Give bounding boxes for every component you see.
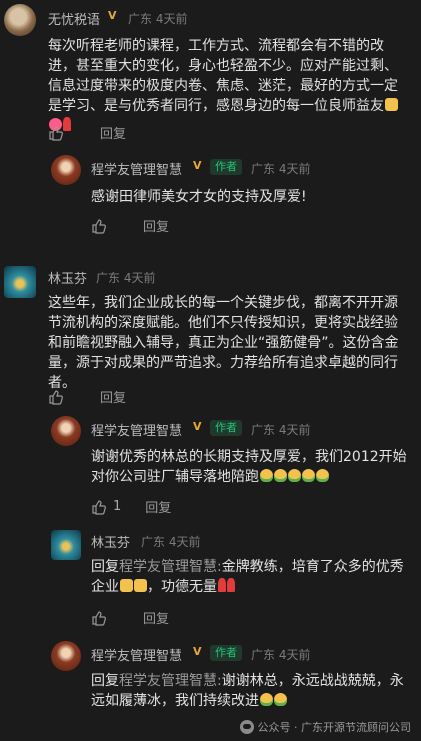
- reply-text: 回复程学友管理智慧:谢谢林总，永远战战兢兢，永远如履薄冰，我们持续改进: [91, 673, 404, 709]
- reply-region: 广东 4天前: [251, 162, 311, 176]
- comment-actions: 回复: [48, 123, 126, 142]
- avatar[interactable]: [51, 155, 81, 185]
- like-icon[interactable]: [48, 125, 64, 141]
- comment-text: 每次听程老师的课程，工作方式、流程都会有不错的改进，甚至重大的变化，身心也轻盈不…: [48, 36, 410, 136]
- reply-text: 回复程学友管理智慧:金牌教练，培育了众多的优秀企业 ，功德无量: [91, 559, 404, 595]
- like-icon[interactable]: [48, 389, 64, 405]
- reply-region: 广东 4天前: [251, 423, 311, 437]
- wechat-icon: [239, 720, 254, 734]
- author-tag: 作者: [210, 159, 242, 175]
- reply-button[interactable]: 回复: [145, 497, 171, 516]
- like-icon[interactable]: [91, 218, 107, 234]
- avatar[interactable]: [51, 641, 81, 671]
- comment-actions: 回复: [48, 387, 126, 406]
- like-icon[interactable]: [91, 499, 107, 515]
- comment-text: 这些年，我们企业成长的每一个关键步伐，都离不开开源节流机构的深度赋能。他们不只传…: [48, 295, 399, 391]
- comment-user-name[interactable]: 无忧税语: [48, 9, 100, 28]
- comment-region: 广东 4天前: [96, 271, 156, 285]
- reply-button[interactable]: 回复: [143, 608, 169, 627]
- author-tag: 作者: [210, 420, 242, 436]
- watermark: 公众号 · 广东开源节流顾问公司: [239, 719, 411, 735]
- avatar[interactable]: [4, 266, 36, 298]
- comment-user-name[interactable]: 林玉芬: [48, 268, 87, 287]
- avatar[interactable]: [4, 4, 36, 36]
- reply-user-name[interactable]: 程学友管理智慧: [91, 645, 182, 664]
- vip-badge-icon: Ⅴ: [193, 645, 202, 658]
- reply-actions: 回复: [91, 216, 169, 235]
- author-tag: 作者: [210, 645, 242, 661]
- comment-region: 广东 4天前: [128, 12, 188, 26]
- vip-badge-icon: Ⅴ: [108, 9, 117, 22]
- reply-text: 感谢田律师美女才女的支持及厚爱!: [91, 189, 307, 205]
- reply-button[interactable]: 回复: [143, 216, 169, 235]
- reply-button[interactable]: 回复: [100, 387, 126, 406]
- avatar[interactable]: [51, 416, 81, 446]
- reply-actions: 回复: [91, 608, 169, 627]
- reply-region: 广东 4天前: [251, 648, 311, 662]
- reply-actions: 1 回复: [91, 497, 171, 516]
- avatar[interactable]: [51, 530, 81, 560]
- vip-badge-icon: Ⅴ: [193, 420, 202, 433]
- reply-region: 广东 4天前: [141, 535, 201, 549]
- vip-badge-icon: Ⅴ: [193, 159, 202, 172]
- reply-text: 谢谢优秀的林总的长期支持及厚爱，我们2012开始对你公司驻厂辅导落地陪跑: [91, 449, 407, 485]
- reply-user-name[interactable]: 程学友管理智慧: [91, 420, 182, 439]
- reply-user-name[interactable]: 林玉芬: [91, 532, 130, 551]
- reply-button[interactable]: 回复: [100, 123, 126, 142]
- like-icon[interactable]: [91, 610, 107, 626]
- like-count: 1: [113, 499, 122, 514]
- reply-user-name[interactable]: 程学友管理智慧: [91, 159, 182, 178]
